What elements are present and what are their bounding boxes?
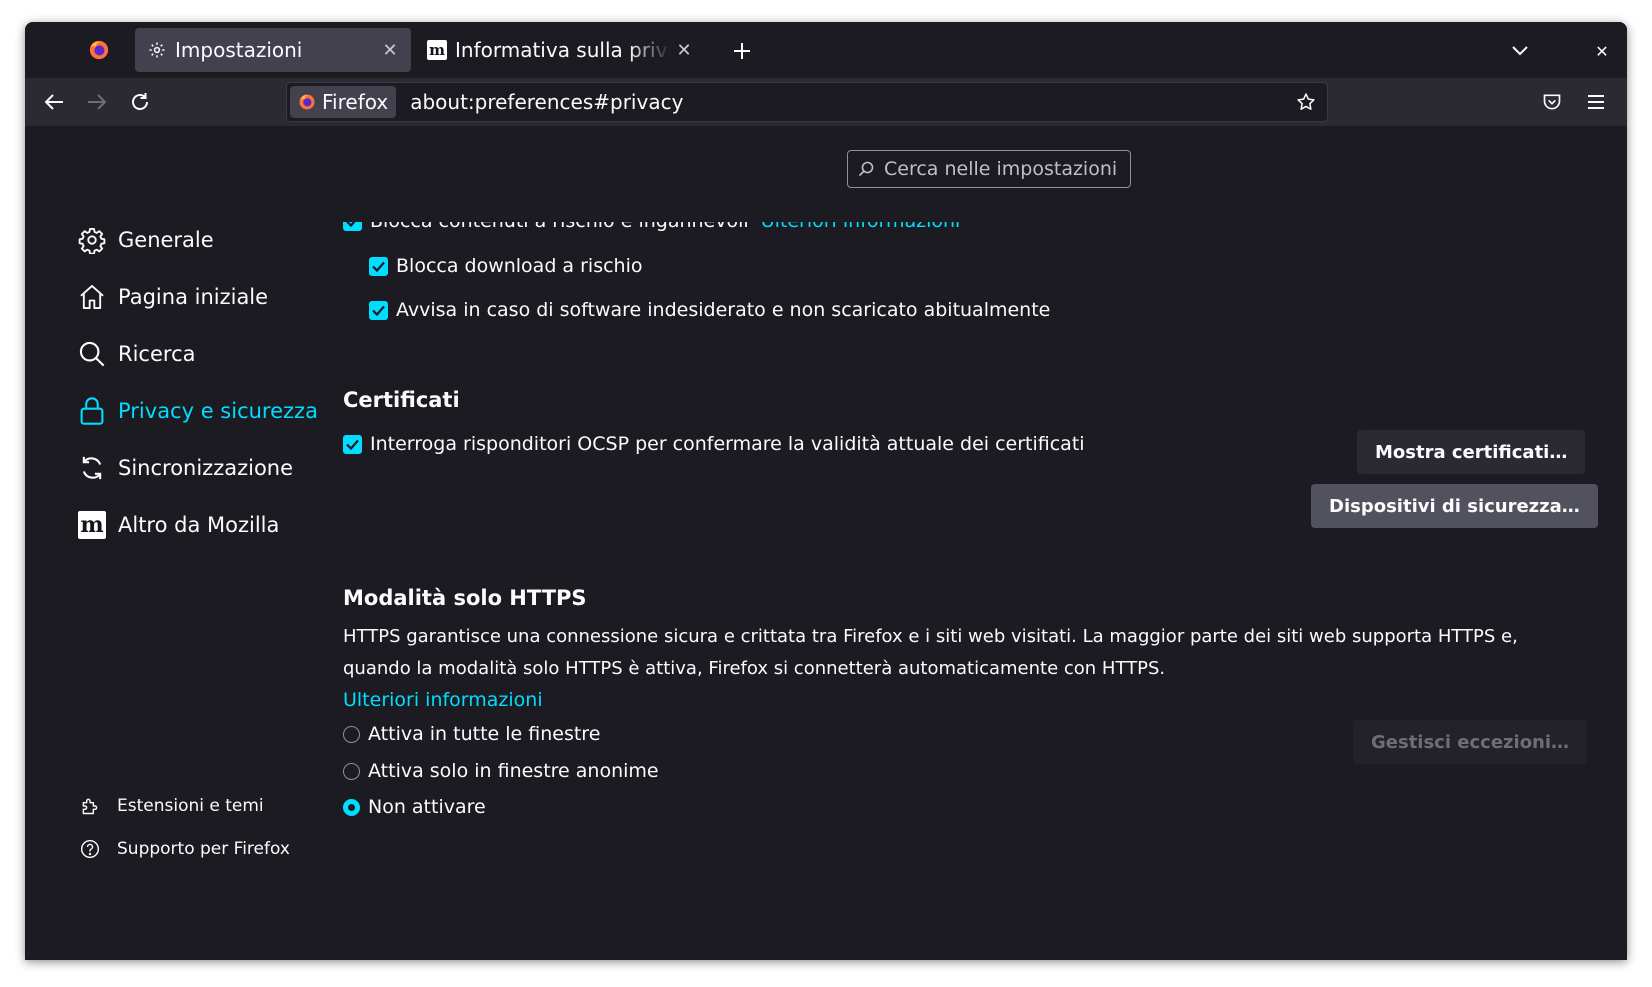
radio-label: Non attivare <box>368 796 486 818</box>
manage-exceptions-button: Gestisci eccezioni… <box>1353 720 1588 764</box>
preferences-content: Generale Pagina iniziale Ricerca Privacy… <box>25 126 1627 960</box>
https-option-all-windows[interactable]: Attiva in tutte le finestre <box>343 723 600 745</box>
sync-icon <box>77 453 107 483</box>
forward-button[interactable] <box>80 85 114 119</box>
warn-unwanted-label[interactable]: Avvisa in caso di software indesiderato … <box>396 299 1050 321</box>
radio-button[interactable] <box>343 725 360 743</box>
settings-search-box[interactable] <box>847 150 1131 188</box>
url-input[interactable]: about:preferences#privacy <box>410 90 1291 114</box>
navigation-toolbar: Firefox about:preferences#privacy <box>25 78 1627 126</box>
warn-unwanted-checkbox[interactable] <box>369 300 388 320</box>
firefox-logo-icon[interactable] <box>88 39 110 61</box>
help-icon <box>79 838 101 860</box>
https-option-disabled[interactable]: Non attivare <box>343 796 486 818</box>
sidebar-item-search[interactable]: Ricerca <box>77 334 195 374</box>
security-devices-button[interactable]: Dispositivi di sicurezza… <box>1311 484 1598 528</box>
https-only-heading: Modalità solo HTTPS <box>343 586 587 610</box>
sidebar-item-label: Pagina iniziale <box>118 285 269 309</box>
sidebar-item-home[interactable]: Pagina iniziale <box>77 277 268 317</box>
tab-privacy-notice[interactable]: m Informativa sulla privacy ✕ <box>415 28 705 72</box>
sidebar-support-link[interactable]: Supporto per Firefox <box>79 833 290 865</box>
mozilla-m-icon: m <box>77 510 107 540</box>
pocket-button[interactable] <box>1535 85 1569 119</box>
window-close-button[interactable]: ✕ <box>1587 36 1617 66</box>
arrow-left-icon <box>44 94 63 110</box>
radio-button[interactable] <box>343 798 360 816</box>
tab-strip: Impostazioni ✕ m Informativa sulla priva… <box>25 22 1627 78</box>
chevron-down-icon <box>1512 46 1528 56</box>
sidebar-item-label: Ricerca <box>118 342 196 366</box>
reload-button[interactable] <box>123 85 157 119</box>
search-input[interactable] <box>882 157 1126 181</box>
lock-icon <box>77 396 107 426</box>
block-downloads-row: Blocca download a rischio <box>369 255 643 277</box>
sidebar-extensions-themes-link[interactable]: Estensioni e temi <box>79 790 264 822</box>
radio-button[interactable] <box>343 762 360 780</box>
sidebar-item-sync[interactable]: Sincronizzazione <box>77 448 293 488</box>
app-menu-button[interactable] <box>1579 85 1613 119</box>
sidebar-item-more-from-mozilla[interactable]: m Altro da Mozilla <box>77 505 279 545</box>
sidebar-item-label: Sincronizzazione <box>118 456 294 480</box>
view-certificates-button[interactable]: Mostra certificati… <box>1357 430 1586 474</box>
privacy-pane: Blocca contenuti a rischio e ingannevoli… <box>325 222 1627 960</box>
sidebar-footer-label: Supporto per Firefox <box>117 839 290 859</box>
search-icon <box>77 339 107 369</box>
certificates-heading: Certificati <box>343 388 460 412</box>
block-downloads-checkbox[interactable] <box>369 256 388 276</box>
puzzle-icon <box>79 795 101 817</box>
sidebar-item-general[interactable]: Generale <box>77 220 214 260</box>
url-bar[interactable]: Firefox about:preferences#privacy <box>286 82 1328 122</box>
ocsp-row: Interroga risponditori OCSP per conferma… <box>343 433 1085 455</box>
new-tab-button[interactable] <box>725 34 759 68</box>
https-learn-more-link[interactable]: Ulteriori informazioni <box>343 689 543 711</box>
identity-label: Firefox <box>322 90 389 114</box>
plus-icon <box>734 43 750 59</box>
close-icon[interactable]: ✕ <box>377 40 403 61</box>
block-dangerous-checkbox[interactable] <box>343 222 362 231</box>
sidebar-item-privacy[interactable]: Privacy e sicurezza <box>77 391 318 431</box>
tab-settings[interactable]: Impostazioni ✕ <box>135 28 411 72</box>
block-dangerous-label[interactable]: Blocca contenuti a rischio e ingannevoli <box>370 222 749 232</box>
learn-more-link[interactable]: Ulteriori informazioni <box>761 222 961 232</box>
hamburger-menu-icon <box>1588 95 1604 109</box>
ocsp-label[interactable]: Interroga risponditori OCSP per conferma… <box>370 433 1085 455</box>
firefox-logo-icon <box>299 94 315 110</box>
https-option-private-windows[interactable]: Attiva solo in finestre anonime <box>343 760 659 782</box>
tab-title: Informativa sulla privacy <box>455 38 671 62</box>
sidebar-item-label: Privacy e sicurezza <box>118 399 318 423</box>
sidebar-item-label: Generale <box>118 228 214 252</box>
pocket-icon <box>1543 94 1561 110</box>
ocsp-checkbox[interactable] <box>343 434 362 454</box>
close-icon[interactable]: ✕ <box>671 40 697 61</box>
search-icon <box>858 159 878 179</box>
warn-unwanted-row: Avvisa in caso di software indesiderato … <box>369 299 1050 321</box>
radio-label: Attiva solo in finestre anonime <box>368 760 659 782</box>
gear-icon <box>147 40 167 60</box>
mozilla-m-icon: m <box>427 40 447 60</box>
block-dangerous-row: Blocca contenuti a rischio e ingannevoli… <box>343 222 960 232</box>
sidebar-item-label: Altro da Mozilla <box>118 513 280 537</box>
back-button[interactable] <box>37 85 71 119</box>
gear-icon <box>77 225 107 255</box>
sidebar-footer-label: Estensioni e temi <box>117 796 264 816</box>
list-all-tabs-button[interactable] <box>1505 36 1535 66</box>
bookmark-star-button[interactable] <box>1291 87 1321 117</box>
block-downloads-label[interactable]: Blocca download a rischio <box>396 255 643 277</box>
identity-box[interactable]: Firefox <box>290 86 397 118</box>
https-only-description: HTTPS garantisce una connessione sicura … <box>343 626 1518 679</box>
browser-window: Impostazioni ✕ m Informativa sulla priva… <box>25 22 1627 960</box>
star-icon <box>1297 93 1315 110</box>
reload-icon <box>132 93 148 110</box>
home-icon <box>77 282 107 312</box>
arrow-right-icon <box>88 94 107 110</box>
tab-title: Impostazioni <box>175 38 303 62</box>
radio-label: Attiva in tutte le finestre <box>368 723 601 745</box>
